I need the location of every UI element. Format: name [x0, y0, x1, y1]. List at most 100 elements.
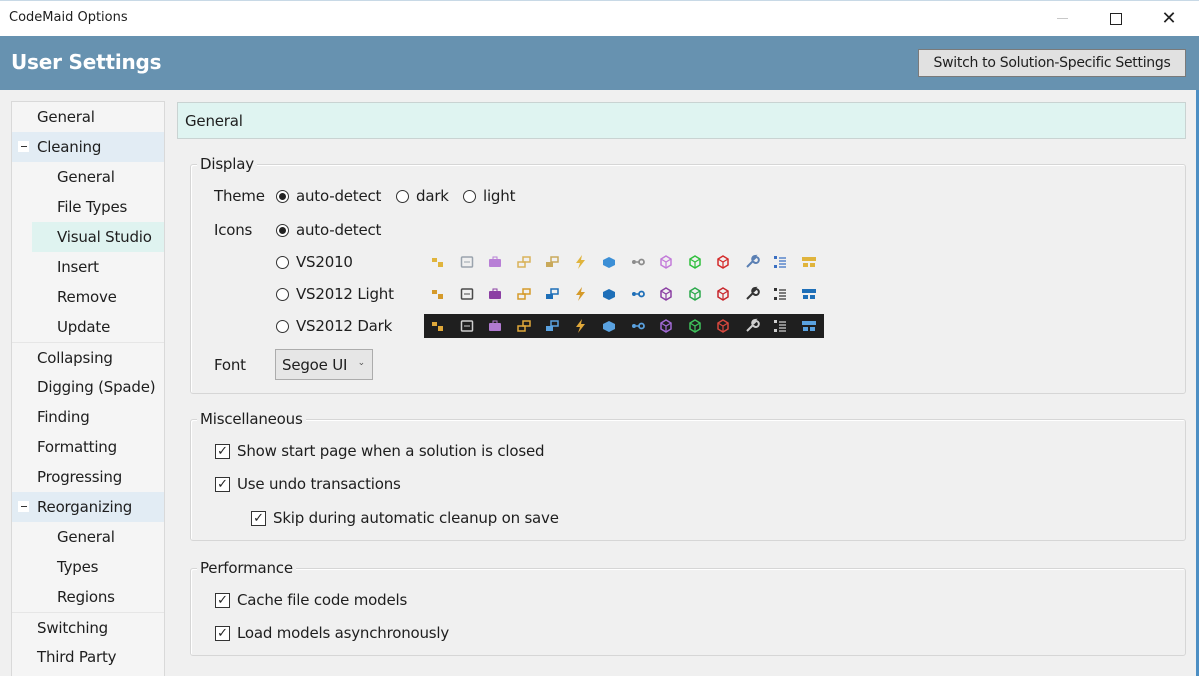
lightning-icon [567, 314, 596, 338]
sidebar-item-insert[interactable]: Insert [12, 252, 164, 282]
comment-icon [453, 250, 482, 274]
build-progress-icon [424, 250, 453, 274]
sidebar-item-cleaning-general[interactable]: General [12, 162, 164, 192]
list-icon [766, 282, 795, 306]
list-icon [766, 250, 795, 274]
build-progress-icon [424, 282, 453, 306]
panel-title: General [177, 102, 1186, 139]
title-bar: CodeMaid Options ✕ [0, 0, 1199, 36]
vs2012-light-icon-preview [424, 282, 824, 306]
sidebar-item-label: Switching [37, 618, 108, 637]
radio-unselected-icon [463, 189, 476, 203]
sidebar-item-label: General [57, 168, 115, 186]
checkbox-label: Load models asynchronously [237, 624, 450, 642]
radio-selected-icon [276, 223, 289, 237]
sidebar-item-label: Formatting [37, 438, 117, 456]
font-label: Font [214, 356, 246, 374]
sidebar-item-progressing[interactable]: Progressing [12, 462, 164, 492]
sidebar-item-file-types[interactable]: File Types [12, 192, 164, 222]
page-title: User Settings [11, 50, 162, 74]
use-undo-transactions-checkbox[interactable]: ✓ Use undo transactions [215, 475, 401, 493]
cube-icon [595, 250, 624, 274]
close-button[interactable]: ✕ [1146, 1, 1192, 36]
radio-label: auto-detect [296, 221, 382, 239]
sidebar-nav: General Cleaning General File Types Visu… [11, 101, 165, 676]
sidebar-item-regions[interactable]: Regions [12, 582, 164, 612]
sidebar-item-remove[interactable]: Remove [12, 282, 164, 312]
purple-cube-icon [652, 314, 681, 338]
checkbox-label: Cache file code models [237, 591, 408, 609]
sidebar-item-digging[interactable]: Digging (Spade) [12, 372, 164, 402]
sidebar-item-label: Reorganizing [37, 498, 133, 516]
miscellaneous-legend: Miscellaneous [197, 410, 306, 428]
radio-label: VS2010 [296, 253, 353, 271]
checkbox-label: Skip during automatic cleanup on save [273, 509, 559, 527]
font-select[interactable]: Segoe UI ⌄ [275, 349, 373, 380]
sidebar-item-third-party[interactable]: Third Party [12, 642, 164, 672]
theme-light-radio[interactable]: light [463, 187, 515, 205]
purple-cube-icon [652, 250, 681, 274]
key-link-icon [624, 250, 653, 274]
collapse-icon[interactable] [18, 501, 29, 512]
collapse-icon[interactable] [18, 141, 29, 152]
vs2012-dark-icon-preview [424, 314, 824, 338]
sidebar-item-reorganizing-general[interactable]: General [12, 522, 164, 552]
theme-auto-detect-radio[interactable]: auto-detect [276, 187, 381, 205]
sidebar-item-types[interactable]: Types [12, 552, 164, 582]
sidebar-item-finding[interactable]: Finding [12, 402, 164, 432]
sidebar-item-label: Finding [37, 408, 90, 426]
lightning-icon [567, 282, 596, 306]
sidebar-item-label: General [37, 108, 95, 126]
load-models-async-checkbox[interactable]: ✓ Load models asynchronously [215, 624, 449, 642]
class-icon [510, 282, 539, 306]
sidebar-item-general[interactable]: General [12, 102, 164, 132]
checkmark-icon: ✓ [215, 625, 230, 641]
maximize-button[interactable] [1093, 1, 1139, 36]
toolbox-icon [481, 314, 510, 338]
chevron-down-icon: ⌄ [357, 358, 366, 368]
sidebar-item-label: Cleaning [37, 138, 102, 156]
icons-vs2012-light-radio[interactable]: VS2012 Light [276, 285, 394, 303]
skip-automatic-cleanup-checkbox[interactable]: ✓ Skip during automatic cleanup on save [251, 509, 559, 527]
green-cube-icon [681, 282, 710, 306]
sidebar-item-reorganizing[interactable]: Reorganizing [12, 492, 164, 522]
sidebar-item-cleaning[interactable]: Cleaning [12, 132, 164, 162]
theme-dark-radio[interactable]: dark [396, 187, 449, 205]
sidebar-item-update[interactable]: Update [12, 312, 164, 342]
key-link-icon [624, 314, 653, 338]
sidebar-item-label: Regions [57, 588, 115, 606]
icons-vs2012-dark-radio[interactable]: VS2012 Dark [276, 317, 392, 335]
radio-label: auto-detect [296, 187, 382, 205]
radio-label: VS2012 Dark [296, 317, 393, 335]
sidebar-item-formatting[interactable]: Formatting [12, 432, 164, 462]
sidebar-item-switching[interactable]: Switching [12, 612, 164, 642]
icons-auto-detect-radio[interactable]: auto-detect [276, 221, 381, 239]
radio-label: light [483, 187, 516, 205]
purple-cube-icon [652, 282, 681, 306]
interface-icon [538, 282, 567, 306]
radio-unselected-icon [276, 319, 289, 333]
radio-selected-icon [276, 189, 289, 203]
radio-label: VS2012 Light [296, 285, 394, 303]
show-start-page-checkbox[interactable]: ✓ Show start page when a solution is clos… [215, 442, 544, 460]
minimize-button[interactable] [1039, 1, 1085, 36]
sidebar-item-label: Collapsing [37, 348, 113, 367]
layout-icon [795, 314, 824, 338]
icons-vs2010-radio[interactable]: VS2010 [276, 253, 353, 271]
sidebar-item-label: Remove [57, 288, 117, 306]
radio-unselected-icon [396, 189, 409, 203]
switch-to-solution-settings-button[interactable]: Switch to Solution-Specific Settings [918, 49, 1186, 77]
red-cube-icon [709, 314, 738, 338]
cache-file-code-models-checkbox[interactable]: ✓ Cache file code models [215, 591, 407, 609]
checkmark-icon: ✓ [251, 510, 266, 526]
lightning-icon [567, 250, 596, 274]
sidebar-item-collapsing[interactable]: Collapsing [12, 342, 164, 372]
green-cube-icon [681, 314, 710, 338]
sidebar-item-visual-studio[interactable]: Visual Studio [32, 222, 164, 252]
sidebar-item-label: Progressing [37, 468, 123, 486]
green-cube-icon [681, 250, 710, 274]
layout-icon [795, 250, 824, 274]
red-cube-icon [709, 250, 738, 274]
checkbox-label: Use undo transactions [237, 475, 401, 493]
interface-icon [538, 250, 567, 274]
